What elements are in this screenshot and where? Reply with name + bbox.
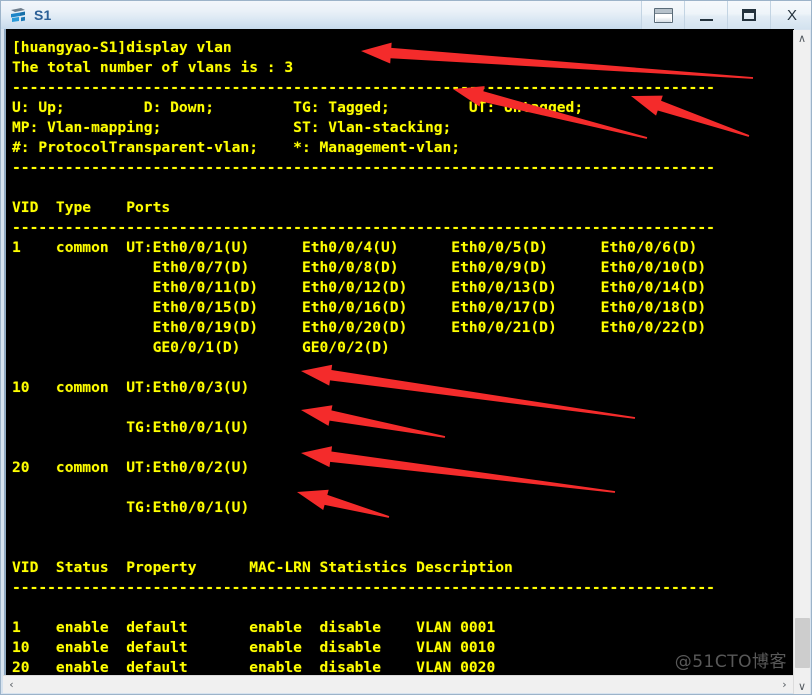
window-title: S1 [34, 7, 52, 23]
title-bar-left: S1 [1, 5, 641, 25]
terminal-line: ----------------------------------------… [12, 78, 715, 96]
vertical-scrollbar-thumb[interactable] [795, 618, 810, 668]
terminal-line: GE0/0/1(D) GE0/0/2(D) [12, 338, 390, 356]
terminal-output: [huangyao-S1]display vlan The total numbe… [12, 38, 794, 677]
terminal-area: [huangyao-S1]display vlan The total numbe… [1, 29, 811, 694]
terminal-line: MP: Vlan-mapping; ST: Vlan-stacking; [12, 118, 452, 136]
terminal-line: Eth0/0/11(D) Eth0/0/12(D) Eth0/0/13(D) E… [12, 278, 707, 296]
console-button[interactable] [641, 1, 684, 29]
close-button[interactable]: X [770, 1, 811, 29]
title-bar: S1 X [1, 1, 811, 30]
terminal-line: VID Status Property MAC-LRN Statistics D… [12, 558, 513, 576]
minimize-icon [699, 18, 713, 21]
terminal-line: Eth0/0/19(D) Eth0/0/20(D) Eth0/0/21(D) E… [12, 318, 707, 336]
scroll-up-button[interactable]: ∧ [794, 30, 810, 47]
terminal-line: 20 common UT:Eth0/0/2(U) [12, 458, 250, 476]
terminal-line: Eth0/0/15(D) Eth0/0/16(D) Eth0/0/17(D) E… [12, 298, 707, 316]
maximize-icon [742, 9, 756, 21]
terminal-line: TG:Eth0/0/1(U) [12, 418, 250, 436]
terminal-line: 1 common UT:Eth0/0/1(U) Eth0/0/4(U) Eth0… [12, 238, 698, 256]
horizontal-scrollbar[interactable]: ‹ › [3, 675, 793, 693]
terminal-screen[interactable]: [huangyao-S1]display vlan The total numbe… [4, 29, 794, 677]
console-icon [653, 7, 673, 23]
switch-icon [8, 5, 28, 25]
maximize-button[interactable] [727, 1, 770, 29]
terminal-line: ----------------------------------------… [12, 578, 715, 596]
close-icon: X [786, 6, 797, 24]
terminal-line: 10 common UT:Eth0/0/3(U) [12, 378, 250, 396]
window-controls: X [641, 1, 811, 29]
terminal-line: #: ProtocolTransparent-vlan; *: Manageme… [12, 138, 461, 156]
terminal-line: VID Type Ports [12, 198, 171, 216]
terminal-line: Eth0/0/7(D) Eth0/0/8(D) Eth0/0/9(D) Eth0… [12, 258, 707, 276]
terminal-line: 10 enable default enable disable VLAN 00… [12, 638, 496, 656]
terminal-line: TG:Eth0/0/1(U) [12, 498, 250, 516]
scroll-down-button[interactable]: ∨ [794, 678, 810, 694]
vertical-scrollbar[interactable]: ∧ ∨ [793, 30, 810, 694]
terminal-line: 1 enable default enable disable VLAN 000… [12, 618, 496, 636]
scroll-left-button[interactable]: ‹ [3, 676, 20, 693]
terminal-line: [huangyao-S1]display vlan [12, 38, 232, 56]
terminal-line: ----------------------------------------… [12, 218, 715, 236]
terminal-line: U: Up; D: Down; TG: Tagged; UT: Untagged… [12, 98, 584, 116]
scroll-right-button[interactable]: › [776, 676, 793, 693]
terminal-line: The total number of vlans is : 3 [12, 58, 294, 76]
terminal-window: S1 X [huangyao-S1]display vlan The total … [0, 0, 812, 695]
terminal-line: ----------------------------------------… [12, 158, 715, 176]
minimize-button[interactable] [684, 1, 727, 29]
